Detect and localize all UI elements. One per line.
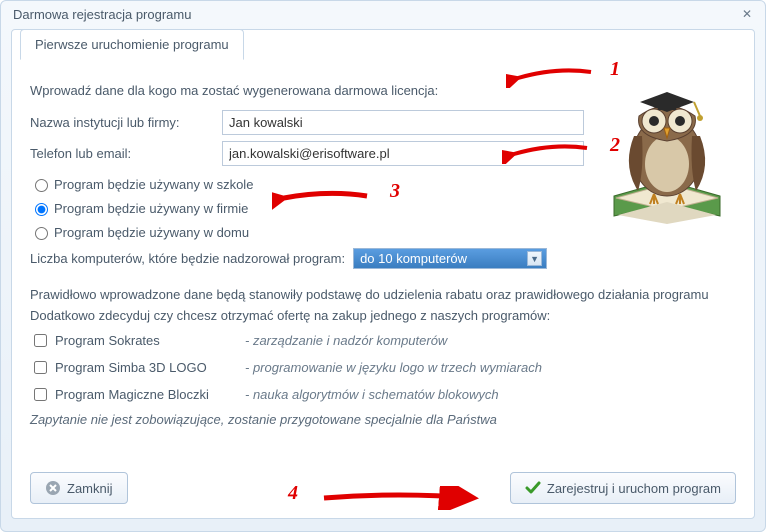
radio-company-input[interactable] <box>35 203 48 216</box>
contact-label: Telefon lub email: <box>30 146 222 161</box>
computers-dropdown[interactable]: do 10 komputerów ▼ <box>353 248 547 269</box>
register-button-label: Zarejestruj i uruchom program <box>547 481 721 496</box>
prog-desc-2: - nauka algorytmów i schematów blokowych <box>245 387 499 402</box>
check-simba-input[interactable] <box>34 361 47 374</box>
computers-value: do 10 komputerów <box>360 251 467 266</box>
radio-company-label: Program będzie używany w firmie <box>54 201 248 216</box>
registration-window: Darmowa rejestracja programu ✕ Pierwsze … <box>0 0 766 532</box>
check-bloczki-input[interactable] <box>34 388 47 401</box>
computers-label: Liczba komputerów, które będzie nadzorow… <box>30 251 345 266</box>
prog-desc-1: - programowanie w języku logo w trzech w… <box>245 360 542 375</box>
register-button[interactable]: Zarejestruj i uruchom program <box>510 472 736 504</box>
check-sokrates[interactable]: Program Sokrates - zarządzanie i nadzór … <box>30 331 736 350</box>
contact-input[interactable] <box>222 141 584 166</box>
prog-name-1: Program Simba 3D LOGO <box>55 360 245 375</box>
name-input[interactable] <box>222 110 584 135</box>
owl-illustration <box>604 76 730 226</box>
close-button[interactable]: Zamknij <box>30 472 128 504</box>
close-circle-icon <box>45 480 61 496</box>
check-bloczki[interactable]: Program Magiczne Bloczki - nauka algoryt… <box>30 385 736 404</box>
radio-home-input[interactable] <box>35 227 48 240</box>
client-area: Pierwsze uruchomienie programu <box>11 29 755 519</box>
prog-name-0: Program Sokrates <box>55 333 245 348</box>
name-label: Nazwa instytucji lub firmy: <box>30 115 222 130</box>
prog-name-2: Program Magiczne Bloczki <box>55 387 245 402</box>
titlebar: Darmowa rejestracja programu ✕ <box>1 1 765 29</box>
prog-desc-0: - zarządzanie i nadzór komputerów <box>245 333 447 348</box>
radio-home-label: Program będzie używany w domu <box>54 225 249 240</box>
tab-label: Pierwsze uruchomienie programu <box>35 37 229 52</box>
info-line1: Prawidłowo wprowadzone dane będą stanowi… <box>30 287 736 302</box>
tab-first-run[interactable]: Pierwsze uruchomienie programu <box>20 29 244 60</box>
radio-school-input[interactable] <box>35 179 48 192</box>
window-title: Darmowa rejestracja programu <box>13 7 191 22</box>
radio-home[interactable]: Program będzie używany w domu <box>30 224 736 240</box>
check-sokrates-input[interactable] <box>34 334 47 347</box>
info-line2: Dodatkowo zdecyduj czy chcesz otrzymać o… <box>30 308 736 323</box>
chevron-down-icon: ▼ <box>527 251 542 266</box>
radio-school-label: Program będzie używany w szkole <box>54 177 253 192</box>
disclaimer-text: Zapytanie nie jest zobowiązujące, zostan… <box>30 412 736 427</box>
check-icon <box>525 480 541 496</box>
close-icon[interactable]: ✕ <box>739 7 755 23</box>
close-button-label: Zamknij <box>67 481 113 496</box>
check-simba[interactable]: Program Simba 3D LOGO - programowanie w … <box>30 358 736 377</box>
